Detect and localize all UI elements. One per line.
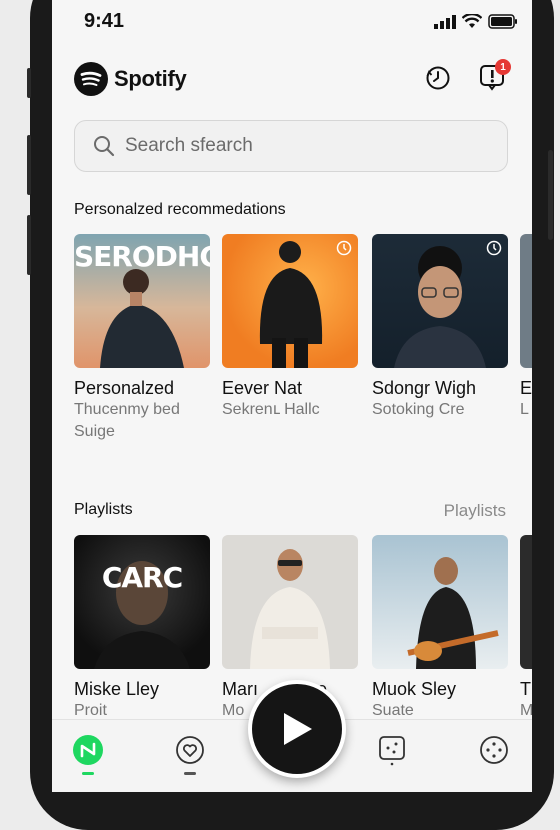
card-title: Sdongr Wigh xyxy=(372,378,477,398)
playlist-art xyxy=(520,535,532,669)
playlist-art: CARC xyxy=(74,535,210,669)
album-art xyxy=(372,234,508,368)
volume-down-button xyxy=(27,215,31,275)
card-subtitle: Sotoking Cre xyxy=(372,401,465,418)
active-tab-indicator xyxy=(82,772,94,775)
volume-up-button xyxy=(27,135,31,195)
card-title: E xyxy=(520,378,532,398)
spotify-logo-icon xyxy=(74,62,108,96)
playlists-title: Playlists xyxy=(74,501,133,518)
recommendation-card[interactable]: Sdongr Wigh Sotoking Cre xyxy=(372,234,508,421)
card-title: T xyxy=(520,679,531,699)
album-art xyxy=(222,234,358,368)
play-badge-icon xyxy=(486,240,502,256)
status-bar: 9:41 xyxy=(52,8,532,36)
guitarist-silhouette xyxy=(407,557,499,669)
notification-badge: 1 xyxy=(495,59,511,75)
search-placeholder: Search sfearch xyxy=(125,135,253,156)
album-art: SERODHCK xyxy=(74,234,210,368)
app-screen: 9:41 Spotify 1 Search sfearch Personalze… xyxy=(52,0,532,792)
card-title: Miske Lley xyxy=(74,679,160,699)
playlist-card[interactable]: Muok Sley Suate xyxy=(372,535,508,722)
person-silhouette xyxy=(100,269,184,368)
recommendation-card[interactable]: E L xyxy=(520,234,532,421)
playlist-art xyxy=(222,535,358,669)
spotify-logo[interactable]: Spotify xyxy=(74,62,187,96)
album-art xyxy=(520,234,532,368)
tab-discover[interactable] xyxy=(476,732,512,768)
playlists-row: CARC Miske Lley Proit Marılive Mo Muok S… xyxy=(74,535,532,719)
playlist-art-title: CARC xyxy=(101,561,183,594)
search-bar[interactable]: Search sfearch xyxy=(74,120,508,172)
history-button[interactable] xyxy=(422,62,454,94)
play-icon xyxy=(284,713,312,745)
app-header: Spotify 1 xyxy=(74,58,511,102)
tab-home[interactable] xyxy=(70,732,106,768)
app-name: Spotify xyxy=(114,66,187,91)
playlist-card[interactable]: T M xyxy=(520,535,532,722)
wifi-icon xyxy=(462,14,482,28)
play-badge-icon xyxy=(336,240,352,256)
library-icon xyxy=(379,736,405,766)
card-subtitle: Thucenmy bed Suige xyxy=(74,401,180,440)
playlist-card[interactable]: CARC Miske Lley Proit xyxy=(74,535,210,722)
status-icons xyxy=(434,14,518,29)
tab-library[interactable] xyxy=(374,732,410,768)
discover-icon xyxy=(480,736,508,764)
playlists-link[interactable]: Playlists xyxy=(444,501,506,521)
card-title: Muok Sley xyxy=(372,679,457,699)
card-subtitle: Sekrenւ Hallc xyxy=(222,401,320,418)
clock-icon xyxy=(426,66,450,90)
tab-indicator xyxy=(184,772,196,775)
play-button[interactable] xyxy=(248,680,346,778)
recommendations-row: SERODHCK Personalzed Thucenmy bed Suige … xyxy=(74,234,532,440)
playlist-art xyxy=(372,535,508,669)
recommendation-card[interactable]: SERODHCK Personalzed Thucenmy bed Suige xyxy=(74,234,210,443)
battery-icon xyxy=(488,14,517,29)
status-time: 9:41 xyxy=(84,10,125,32)
tab-favorites[interactable] xyxy=(172,732,208,768)
card-title: Eever Nat xyxy=(222,378,303,398)
heart-icon xyxy=(176,736,204,764)
notifications-button[interactable]: 1 xyxy=(476,59,511,94)
card-title-prefix: Marı xyxy=(222,679,258,699)
card-title: Personalzed xyxy=(74,378,175,398)
search-icon xyxy=(94,136,115,157)
power-button xyxy=(548,150,553,240)
signal-icon xyxy=(434,14,456,29)
home-active-icon xyxy=(73,735,103,765)
person-portrait xyxy=(94,561,190,669)
recommendations-title: Personalzed recommedations xyxy=(74,201,286,218)
person-silhouette xyxy=(250,549,330,669)
recommendation-card[interactable]: Eever Nat Sekrenւ Hallc xyxy=(222,234,358,421)
card-subtitle: L xyxy=(520,401,529,418)
mute-switch xyxy=(27,68,31,98)
